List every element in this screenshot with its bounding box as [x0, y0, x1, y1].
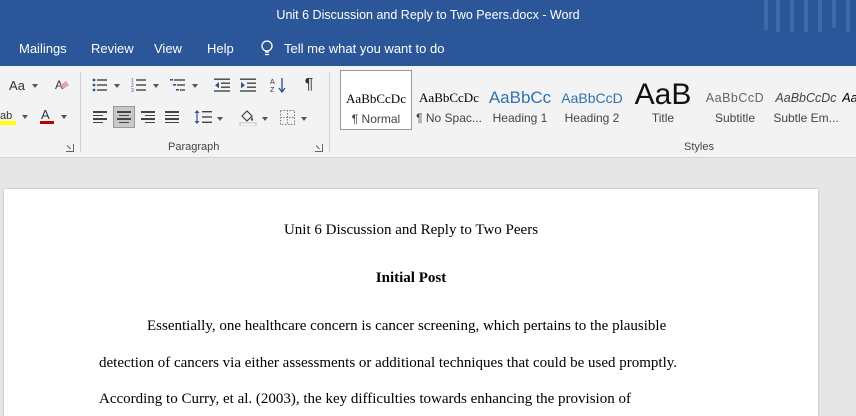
tab-review[interactable]: Review — [91, 41, 134, 56]
font-color-icon[interactable]: A — [36, 105, 58, 127]
window-title: Unit 6 Discussion and Reply to Two Peers… — [276, 8, 580, 22]
document-page[interactable]: Unit 6 Discussion and Reply to Two Peers… — [4, 189, 818, 416]
sort-icon[interactable]: AZ — [268, 74, 290, 96]
style-sample: AaBbCc — [488, 88, 552, 107]
style-sample: AaB — [634, 78, 692, 111]
styles-gallery: AaBbCcDc ¶ Normal AaBbCcDc ¶ No Spac... … — [338, 70, 856, 132]
style-name: Title — [651, 111, 675, 125]
paragraph-line: According to Curry, et al. (2003), the k… — [99, 391, 631, 407]
styles-group-label: Styles — [684, 141, 714, 153]
highlight-color-icon[interactable]: ab — [0, 105, 18, 127]
svg-text:Z: Z — [270, 87, 275, 93]
style-name: Subtitle — [714, 111, 756, 125]
style-name: Subtle Em... — [773, 111, 839, 125]
paragraph-group-label: Paragraph — [168, 141, 220, 153]
tab-mailings[interactable]: Mailings — [19, 41, 67, 56]
style-name: Heading 1 — [492, 111, 548, 125]
paragraph-line: Essentially, one healthcare concern is c… — [147, 318, 667, 334]
svg-text:A: A — [41, 107, 50, 122]
style-title[interactable]: AaB Title — [627, 70, 699, 130]
lightbulb-icon — [261, 40, 273, 56]
group-divider — [80, 72, 81, 152]
bullets-icon[interactable] — [89, 74, 111, 96]
line-spacing-caret-icon[interactable] — [217, 117, 223, 121]
shading-caret-icon[interactable] — [262, 117, 268, 121]
ribbon-tabs: Mailings Review View Help Tell me what y… — [0, 32, 856, 66]
svg-text:ab: ab — [0, 110, 12, 122]
title-bar: Unit 6 Discussion and Reply to Two Peers… — [0, 0, 856, 60]
paragraph-line: detection of cancers via either assessme… — [99, 355, 678, 371]
style-sample: AaBbCcDc — [419, 90, 479, 105]
justify-icon[interactable] — [161, 106, 183, 128]
section-heading: Initial Post — [375, 270, 447, 286]
group-divider — [329, 72, 330, 152]
multilevel-list-icon[interactable] — [167, 74, 189, 96]
align-left-icon[interactable] — [89, 106, 111, 128]
align-center-icon[interactable] — [113, 106, 135, 128]
ribbon: Aa A ab A 123 AZ ¶ Paragraph AaBbCcDc ¶ … — [0, 66, 856, 158]
style-sample: AaBbCcDc — [346, 91, 406, 106]
style-sample: AaBbCcDc — [775, 91, 837, 105]
borders-icon[interactable] — [276, 106, 298, 128]
numbering-icon[interactable]: 123 — [128, 74, 150, 96]
style-sample: AaBbCcD — [561, 90, 623, 106]
style-heading-2[interactable]: AaBbCcD Heading 2 — [556, 70, 628, 130]
line-spacing-icon[interactable] — [192, 106, 214, 128]
clear-formatting-icon[interactable]: A — [51, 74, 73, 96]
increase-indent-icon[interactable] — [237, 74, 259, 96]
numbering-caret-icon[interactable] — [153, 84, 159, 88]
style-emphasis[interactable]: Aa — [842, 70, 856, 130]
borders-caret-icon[interactable] — [301, 117, 307, 121]
font-dialog-launcher-icon[interactable] — [66, 144, 74, 152]
show-formatting-marks-icon[interactable]: ¶ — [298, 74, 320, 96]
align-right-icon[interactable] — [137, 106, 159, 128]
tell-me-label: Tell me what you want to do — [284, 41, 445, 56]
tell-me-box[interactable]: Tell me what you want to do — [260, 40, 444, 57]
change-case-button[interactable]: Aa — [4, 74, 30, 96]
style-heading-1[interactable]: AaBbCc Heading 1 — [484, 70, 556, 130]
svg-text:3: 3 — [131, 88, 134, 92]
style-sample: AaBbCcD — [705, 91, 765, 105]
style-sample: Aa — [842, 90, 856, 105]
style-name: ¶ No Spac... — [416, 111, 482, 125]
style-name: Heading 2 — [564, 111, 620, 125]
font-color-caret-icon[interactable] — [61, 115, 67, 119]
change-case-caret-icon[interactable] — [32, 84, 38, 88]
style-no-spacing[interactable]: AaBbCcDc ¶ No Spac... — [413, 70, 485, 130]
document-title: Unit 6 Discussion and Reply to Two Peers — [283, 222, 539, 238]
paragraph-dialog-launcher-icon[interactable] — [315, 144, 323, 152]
shading-icon[interactable] — [237, 106, 259, 128]
style-normal[interactable]: AaBbCcDc ¶ Normal — [340, 70, 412, 130]
highlight-caret-icon[interactable] — [22, 115, 28, 119]
bullets-caret-icon[interactable] — [114, 84, 120, 88]
svg-text:A: A — [270, 79, 275, 86]
multilevel-caret-icon[interactable] — [192, 84, 198, 88]
document-area[interactable]: Unit 6 Discussion and Reply to Two Peers… — [0, 158, 856, 416]
style-name: ¶ Normal — [351, 112, 401, 126]
decrease-indent-icon[interactable] — [211, 74, 233, 96]
tab-help[interactable]: Help — [207, 41, 234, 56]
style-subtle-emphasis[interactable]: AaBbCcDc Subtle Em... — [770, 70, 842, 130]
style-subtitle[interactable]: AaBbCcD Subtitle — [699, 70, 771, 130]
tab-view[interactable]: View — [154, 41, 182, 56]
